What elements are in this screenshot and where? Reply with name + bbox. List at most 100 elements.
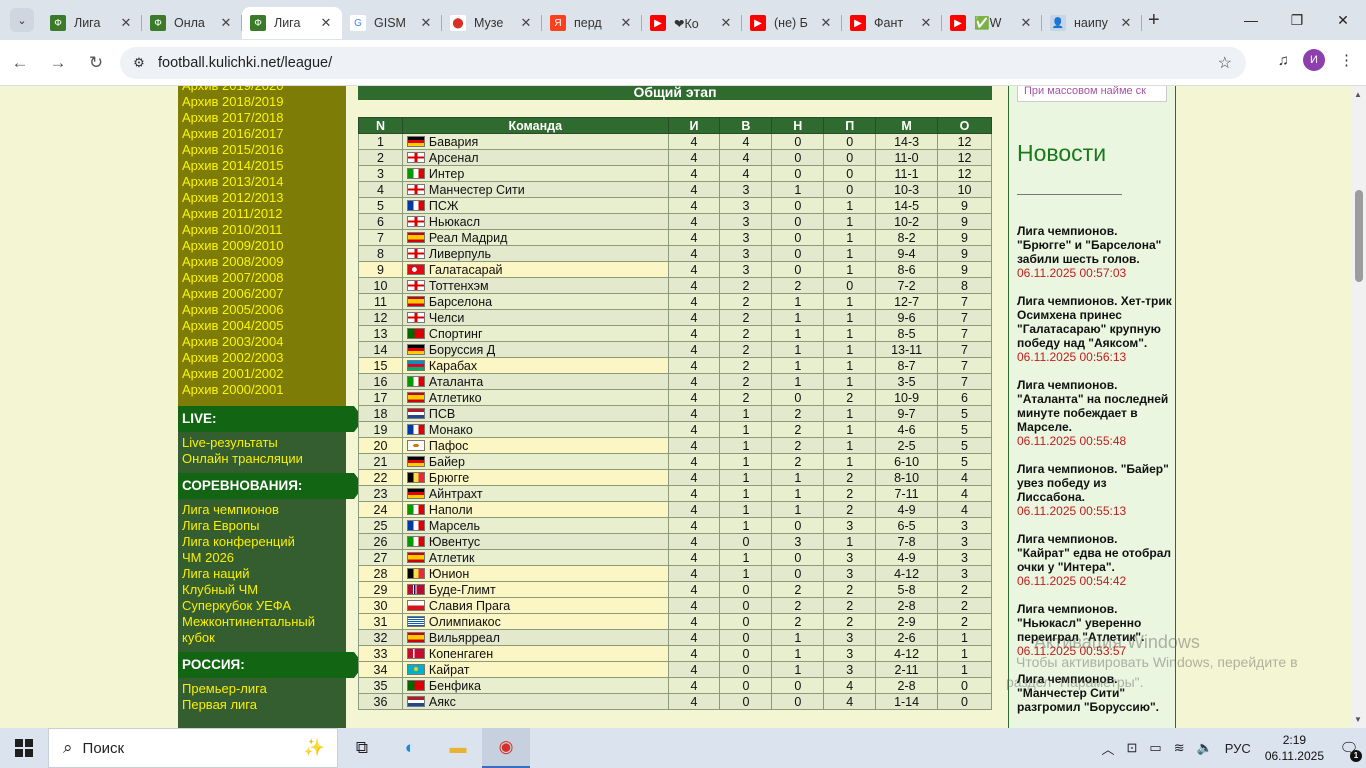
team-cell[interactable]: Юнион — [401, 565, 669, 582]
team-cell[interactable]: Барселона — [401, 293, 669, 310]
team-name[interactable]: Марсель — [429, 519, 480, 533]
chevron-up-icon[interactable]: ︿ — [1101, 739, 1114, 758]
browser-tab[interactable]: ▶ ❤Ко ✕ — [642, 7, 742, 39]
team-name[interactable]: Ювентус — [429, 535, 480, 549]
site-info-icon[interactable]: ⚙ — [124, 55, 154, 71]
wifi-icon[interactable]: ≋ — [1174, 740, 1185, 756]
team-cell[interactable]: ПСВ — [401, 405, 669, 422]
team-name[interactable]: Вильярреал — [429, 631, 500, 645]
page-scrollbar[interactable]: ▲ ▼ — [1351, 86, 1366, 728]
archive-link[interactable]: Архив 2019/2020 — [182, 86, 342, 94]
team-name[interactable]: Пафос — [429, 439, 468, 453]
team-name[interactable]: Юнион — [429, 567, 469, 581]
reload-button[interactable]: ↻ — [78, 45, 114, 81]
sidebar-link[interactable]: Клубный ЧМ — [182, 582, 342, 598]
team-cell[interactable]: Карабах — [401, 357, 669, 374]
sidebar-link[interactable]: Межконтинентальный кубок — [182, 614, 342, 646]
news-item[interactable]: Лига чемпионов. "Ньюкасл" уверенно переи… — [1017, 602, 1173, 659]
sidebar-link[interactable]: Live-результаты — [182, 435, 342, 451]
team-cell[interactable]: Бенфика — [401, 677, 669, 694]
team-cell[interactable]: Наполи — [401, 501, 669, 518]
team-name[interactable]: Аталанта — [429, 375, 483, 389]
close-tab-icon[interactable]: ✕ — [118, 15, 134, 31]
sidebar-link[interactable]: Лига конференций — [182, 534, 342, 550]
team-cell[interactable]: Галатасарай — [401, 261, 669, 278]
browser-tab[interactable]: ▶ Фант ✕ — [842, 7, 942, 39]
sidebar-link[interactable]: Премьер-лига — [182, 681, 342, 697]
close-tab-icon[interactable]: ✕ — [418, 15, 434, 31]
archive-link[interactable]: Архив 2018/2019 — [182, 94, 342, 110]
team-name[interactable]: ПСВ — [429, 407, 455, 421]
close-tab-icon[interactable]: ✕ — [218, 15, 234, 31]
team-cell[interactable]: Аталанта — [401, 373, 669, 390]
close-tab-icon[interactable]: ✕ — [1118, 15, 1134, 31]
team-name[interactable]: Арсенал — [429, 151, 479, 165]
news-item[interactable]: Лига чемпионов. "Манчестер Сити" разгром… — [1017, 672, 1173, 714]
archive-link[interactable]: Архив 2001/2002 — [182, 366, 342, 382]
team-cell[interactable]: Атлетико — [401, 389, 669, 406]
news-item[interactable]: Лига чемпионов. "Аталанта" на последней … — [1017, 378, 1173, 449]
team-cell[interactable]: Интер — [401, 165, 669, 182]
team-name[interactable]: Ливерпуль — [429, 247, 491, 261]
news-title[interactable]: Лига чемпионов. "Кайрат" едва не отобрал… — [1017, 532, 1173, 574]
team-name[interactable]: Тоттенхэм — [429, 279, 489, 293]
close-tab-icon[interactable]: ✕ — [618, 15, 634, 31]
sidebar-link[interactable]: Первая лига — [182, 697, 342, 713]
forward-button[interactable]: → — [40, 45, 76, 81]
team-cell[interactable]: Вильярреал — [401, 629, 669, 646]
archive-link[interactable]: Архив 2017/2018 — [182, 110, 342, 126]
news-title[interactable]: Лига чемпионов. "Манчестер Сити" разгром… — [1017, 672, 1173, 714]
browser-tab[interactable]: G GISM ✕ — [342, 7, 442, 39]
team-cell[interactable]: Манчестер Сити — [401, 181, 669, 198]
edge-button[interactable]: ◐ — [386, 728, 434, 768]
archive-link[interactable]: Архив 2007/2008 — [182, 270, 342, 286]
camera-icon[interactable]: ⊡ — [1126, 740, 1137, 756]
profile-avatar[interactable]: И — [1303, 49, 1325, 71]
news-title[interactable]: Лига чемпионов. "Брюгге" и "Барселона" з… — [1017, 224, 1173, 266]
team-cell[interactable]: Марсель — [401, 517, 669, 534]
news-item[interactable]: Лига чемпионов. "Брюгге" и "Барселона" з… — [1017, 224, 1173, 281]
close-tab-icon[interactable]: ✕ — [918, 15, 934, 31]
team-name[interactable]: Брюгге — [429, 471, 469, 485]
team-name[interactable]: Спортинг — [429, 327, 483, 341]
team-name[interactable]: Атлетик — [429, 551, 475, 565]
archive-link[interactable]: Архив 2015/2016 — [182, 142, 342, 158]
menu-dots-icon[interactable]: ⋮ — [1339, 51, 1354, 69]
team-name[interactable]: Олимпиакос — [429, 615, 501, 629]
sidebar-link[interactable]: Лига наций — [182, 566, 342, 582]
archive-link[interactable]: Архив 2009/2010 — [182, 238, 342, 254]
close-tab-icon[interactable]: ✕ — [318, 15, 334, 31]
volume-icon[interactable]: 🔈 — [1197, 740, 1213, 756]
close-tab-icon[interactable]: ✕ — [518, 15, 534, 31]
team-name[interactable]: Буде-Глимт — [429, 583, 496, 597]
team-cell[interactable]: Копенгаген — [401, 645, 669, 662]
team-cell[interactable]: Пафос — [401, 437, 669, 454]
team-name[interactable]: ПСЖ — [429, 199, 459, 213]
team-name[interactable]: Аякс — [429, 695, 456, 709]
team-name[interactable]: Бавария — [429, 135, 478, 149]
team-name[interactable]: Атлетико — [429, 391, 482, 405]
address-bar[interactable]: ⚙ football.kulichki.net/league/ ☆ — [120, 47, 1246, 79]
archive-link[interactable]: Архив 2006/2007 — [182, 286, 342, 302]
news-title[interactable]: Лига чемпионов. "Аталанта" на последней … — [1017, 378, 1173, 434]
browser-tab[interactable]: Ф Онла ✕ — [142, 7, 242, 39]
team-name[interactable]: Славия Прага — [429, 599, 510, 613]
minimize-button[interactable]: — — [1228, 0, 1274, 40]
archive-link[interactable]: Архив 2000/2001 — [182, 382, 342, 398]
team-cell[interactable]: Челси — [401, 309, 669, 326]
team-cell[interactable]: Ливерпуль — [401, 245, 669, 262]
team-cell[interactable]: Ньюкасл — [401, 213, 669, 230]
archive-link[interactable]: Архив 2013/2014 — [182, 174, 342, 190]
browser-tab[interactable]: Яперд ✕ — [542, 7, 642, 39]
team-cell[interactable]: Тоттенхэм — [401, 277, 669, 294]
back-button[interactable]: ← — [2, 45, 38, 81]
close-tab-icon[interactable]: ✕ — [818, 15, 834, 31]
team-name[interactable]: Манчестер Сити — [429, 183, 525, 197]
team-name[interactable]: Копенгаген — [429, 647, 493, 661]
team-cell[interactable]: Аякс — [401, 693, 669, 710]
archive-link[interactable]: Архив 2016/2017 — [182, 126, 342, 142]
archive-link[interactable]: Архив 2012/2013 — [182, 190, 342, 206]
close-window-button[interactable]: ✕ — [1320, 0, 1366, 40]
team-cell[interactable]: Ювентус — [401, 533, 669, 550]
browser-tab[interactable]: ▶ ✅W ✕ — [942, 7, 1042, 39]
